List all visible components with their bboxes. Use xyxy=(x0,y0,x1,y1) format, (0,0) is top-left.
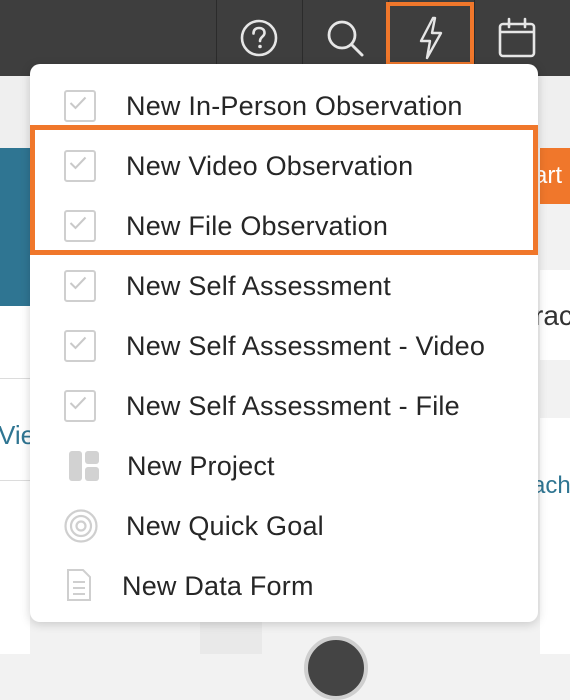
menu-item-new-file-observation[interactable]: New File Observation xyxy=(30,196,538,256)
menu-item-new-project[interactable]: New Project xyxy=(30,436,538,496)
calendar-icon xyxy=(498,17,536,58)
teal-panel xyxy=(0,148,30,306)
menu-item-label: New Data Form xyxy=(122,571,314,601)
menu-item-new-quick-goal[interactable]: New Quick Goal xyxy=(30,496,538,556)
right-panel-title: rac xyxy=(534,300,570,331)
checkbox-icon xyxy=(64,90,96,122)
menu-item-label: New Video Observation xyxy=(126,151,414,181)
menu-item-label: New File Observation xyxy=(126,211,389,241)
start-button[interactable]: art xyxy=(540,148,570,204)
question-circle-icon xyxy=(240,19,278,57)
right-panel-band xyxy=(540,360,570,418)
menu-item-new-data-form[interactable]: New Data Form xyxy=(30,556,538,616)
checkbox-icon xyxy=(64,330,96,362)
bottom-block xyxy=(200,620,262,654)
menu-item-label: New Self Assessment - Video xyxy=(126,331,486,361)
lightning-highlight-box xyxy=(386,2,474,66)
checkbox-icon xyxy=(64,210,96,242)
menu-item-label: New Project xyxy=(127,451,275,481)
menu-item-new-self-assessment-video[interactable]: New Self Assessment - Video xyxy=(30,316,538,376)
menu-item-new-self-assessment[interactable]: New Self Assessment xyxy=(30,256,538,316)
start-button-label: art xyxy=(540,162,563,189)
target-icon xyxy=(64,509,98,543)
menu-item-label: New Quick Goal xyxy=(126,511,324,541)
checkbox-icon xyxy=(64,390,96,422)
menu-item-new-in-person-observation[interactable]: New In-Person Observation xyxy=(30,76,538,136)
avatar[interactable] xyxy=(304,636,368,700)
checkbox-icon xyxy=(64,150,96,182)
divider xyxy=(0,480,30,481)
checkbox-icon xyxy=(64,270,96,302)
divider xyxy=(0,378,30,379)
menu-item-label: New Self Assessment - File xyxy=(126,391,460,421)
menu-item-new-self-assessment-file[interactable]: New Self Assessment - File xyxy=(30,376,538,436)
search-icon xyxy=(327,20,364,57)
menu-item-label: New In-Person Observation xyxy=(126,91,463,121)
menu-item-label: New Self Assessment xyxy=(126,271,391,301)
form-icon xyxy=(66,568,98,601)
menu-item-new-video-observation[interactable]: New Video Observation xyxy=(30,136,538,196)
quick-actions-menu: New In-Person Observation New Video Obse… xyxy=(30,64,538,622)
project-icon xyxy=(68,450,100,482)
